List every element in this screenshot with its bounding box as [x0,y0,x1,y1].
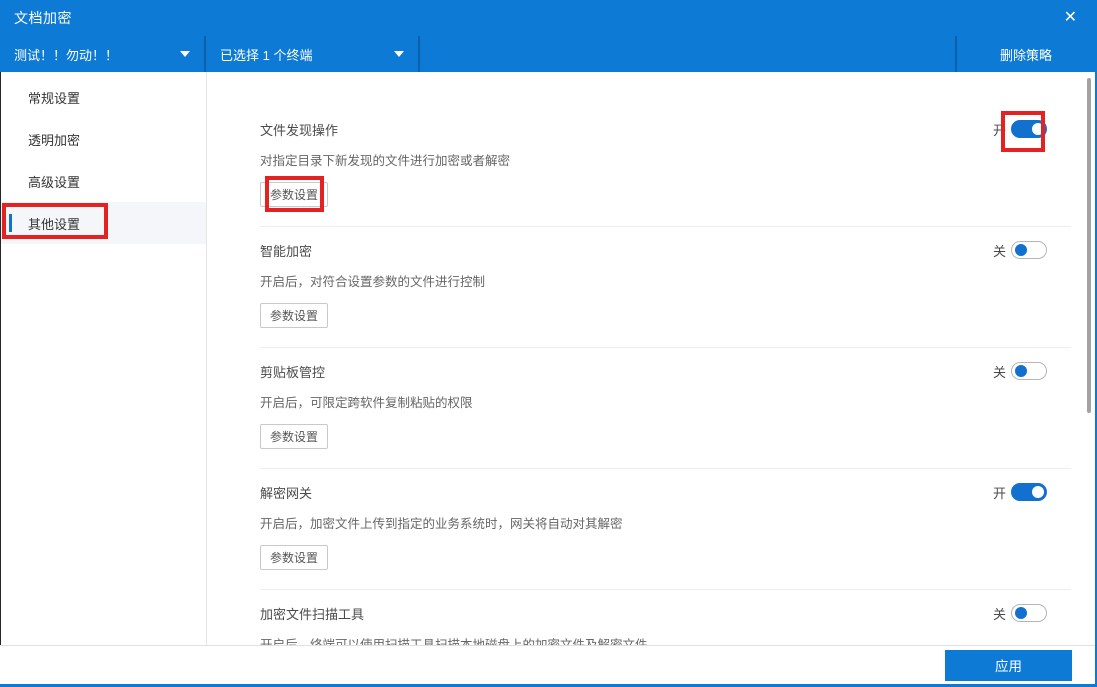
toggle-group: 开 [993,483,1047,502]
toggle-switch[interactable] [1011,362,1047,380]
sidebar-item-label: 高级设置 [28,174,81,190]
setting-title: 智能加密 [260,243,313,259]
settings-sidebar: 常规设置 透明加密 高级设置 其他设置 [1,72,207,645]
close-icon[interactable]: ✕ [1064,10,1077,26]
toggle-switch[interactable] [1011,120,1047,138]
param-settings-button[interactable]: 参数设置 [260,424,328,449]
toggle-switch[interactable] [1011,604,1047,622]
dialog-title: 文档加密 [14,10,72,26]
toggle-group: 关 [993,241,1047,260]
param-settings-button[interactable]: 参数设置 [260,182,328,207]
settings-content: 文件发现操作 开 对指定目录下新发现的文件进行加密或者解密 参数设置 智能加密 … [207,72,1095,645]
toggle-switch[interactable] [1011,483,1047,501]
sidebar-item[interactable]: 常规设置 [1,76,206,118]
setting-description: 开启后，终端可以使用扫描工具扫描本地磁盘上的加密文件及解密文件。 [260,638,661,645]
toggle-state-label: 开 [992,122,1006,138]
dialog-footer: 应用 [0,645,1095,684]
terminal-dropdown[interactable]: 已选择 1 个终端 [206,36,420,72]
setting-section: 文件发现操作 开 对指定目录下新发现的文件进行加密或者解密 参数设置 [260,106,1071,227]
dialog-body: 常规设置 透明加密 高级设置 其他设置 文件发现操作 开 对指定目录下新发现的文… [0,72,1095,645]
toggle-state-label: 关 [992,364,1006,380]
setting-title: 解密网关 [260,485,313,501]
sidebar-item-label: 透明加密 [28,132,81,148]
setting-section: 智能加密 关 开启后，对符合设置参数的文件进行控制 参数设置 [260,227,1071,348]
setting-title: 剪贴板管控 [260,364,326,380]
document-encryption-dialog: 文档加密 ✕ 测试！！勿动！！ 已选择 1 个终端 删除策略 常规设置 透明加密… [0,0,1097,687]
setting-title: 文件发现操作 [260,122,339,138]
toolbar: 测试！！勿动！！ 已选择 1 个终端 删除策略 [0,36,1095,72]
chevron-down-icon [394,51,404,57]
setting-title: 加密文件扫描工具 [260,606,365,622]
sidebar-item[interactable]: 高级设置 [1,160,206,202]
apply-button[interactable]: 应用 [945,649,1072,681]
sidebar-item[interactable]: 其他设置 [1,202,206,244]
setting-section: 解密网关 开 开启后，加密文件上传到指定的业务系统时，网关将自动对其解密 参数设… [260,469,1071,590]
param-settings-button[interactable]: 参数设置 [260,545,328,570]
param-settings-button[interactable]: 参数设置 [260,303,328,328]
chevron-down-icon [180,51,190,57]
sidebar-item-label: 其他设置 [28,216,81,232]
setting-section: 加密文件扫描工具 关 开启后，终端可以使用扫描工具扫描本地磁盘上的加密文件及解密… [260,590,1071,645]
toggle-knob [1032,123,1044,135]
toggle-state-label: 关 [992,606,1006,622]
toggle-knob [1015,365,1027,377]
toggle-group: 关 [993,362,1047,381]
setting-description: 开启后，加密文件上传到指定的业务系统时，网关将自动对其解密 [260,517,623,531]
toggle-switch[interactable] [1011,241,1047,259]
setting-section: 剪贴板管控 关 开启后，可限定跨软件复制粘贴的权限 参数设置 [260,348,1071,469]
policy-dropdown-label: 测试！！勿动！！ [14,47,119,63]
toggle-knob [1032,486,1044,498]
toggle-knob [1015,244,1027,256]
delete-policy-button[interactable]: 删除策略 [955,36,1095,72]
policy-dropdown[interactable]: 测试！！勿动！！ [0,36,206,72]
toggle-group: 关 [993,604,1047,623]
title-bar: 文档加密 ✕ [0,0,1095,36]
delete-policy-label: 删除策略 [999,47,1052,63]
param-button-wrap: 参数设置 [260,545,328,570]
setting-description: 开启后，可限定跨软件复制粘贴的权限 [260,396,473,410]
setting-description: 对指定目录下新发现的文件进行加密或者解密 [260,154,511,168]
toggle-group: 开 [992,110,1047,152]
param-button-wrap: 参数设置 [260,424,328,449]
sidebar-item[interactable]: 透明加密 [1,118,206,160]
toggle-state-label: 开 [992,485,1006,501]
param-button-wrap: 参数设置 [260,176,328,212]
toggle-knob [1015,607,1027,619]
setting-description: 开启后，对符合设置参数的文件进行控制 [260,275,486,289]
terminal-dropdown-label: 已选择 1 个终端 [220,47,313,63]
toggle-state-label: 关 [992,243,1006,259]
vertical-scrollbar-thumb[interactable] [1087,78,1091,413]
sidebar-item-label: 常规设置 [28,90,81,106]
param-button-wrap: 参数设置 [260,303,328,328]
